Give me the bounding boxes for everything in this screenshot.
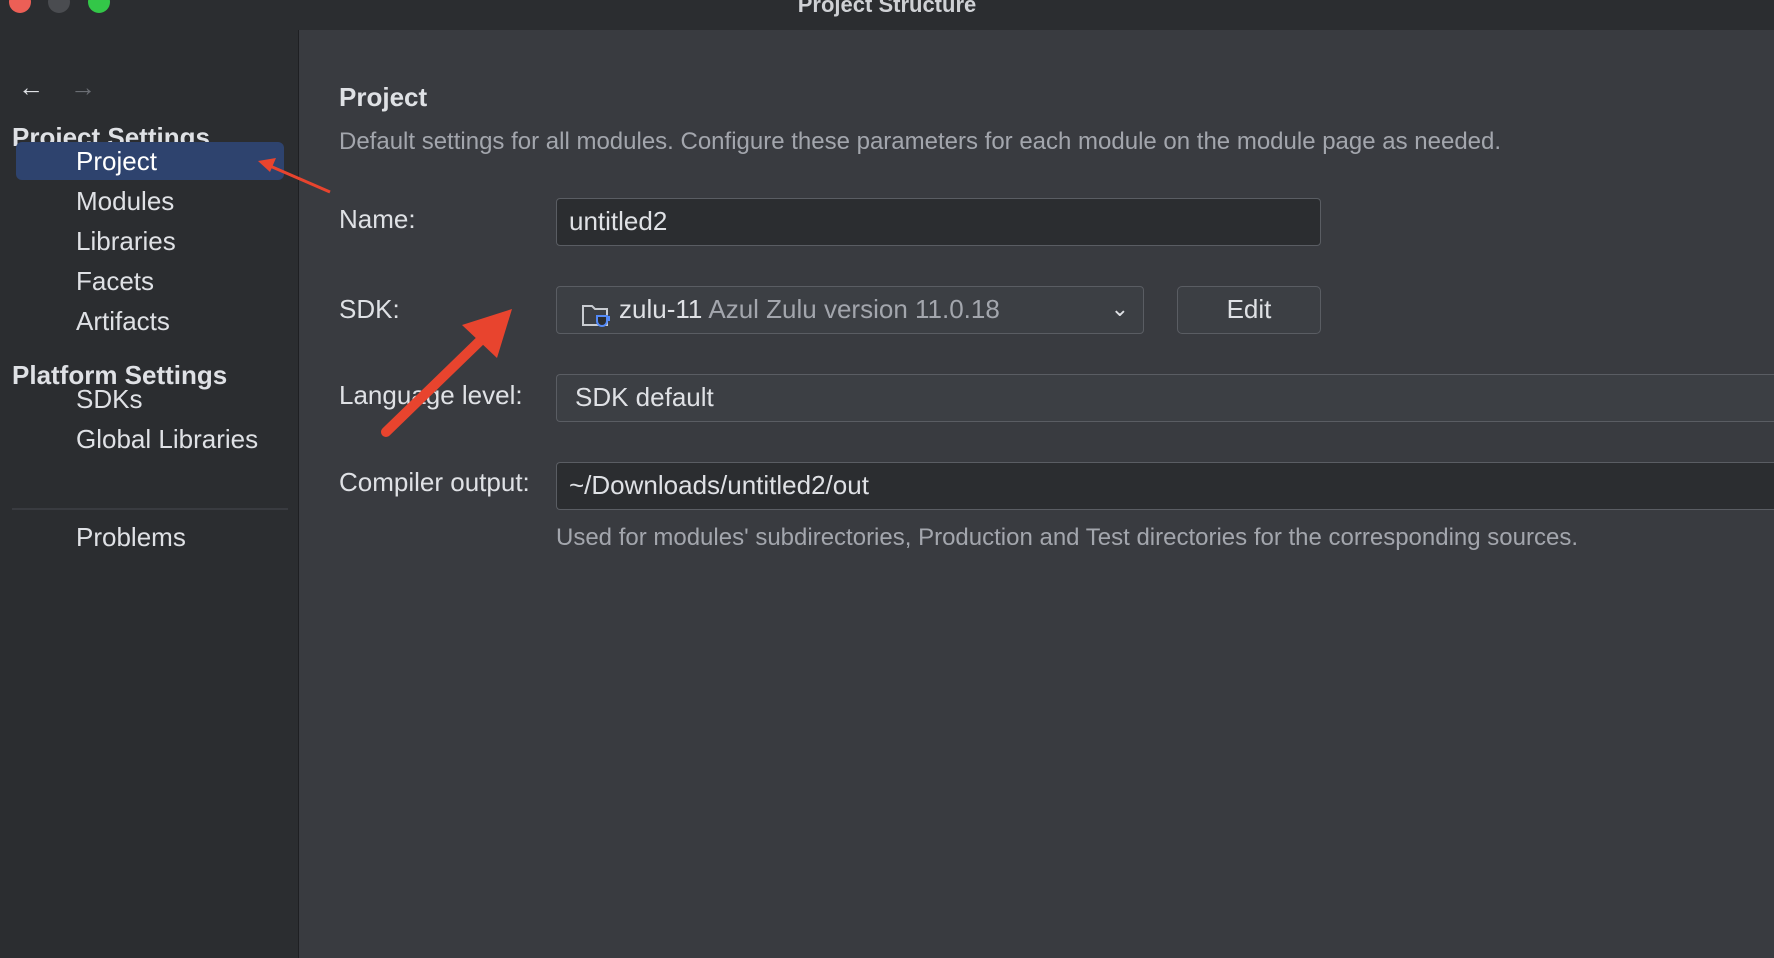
title-bar: Project Structure: [0, 0, 1774, 30]
sidebar-item-modules[interactable]: Modules: [16, 182, 284, 220]
jdk-folder-icon: [581, 298, 611, 327]
arrow-left-icon[interactable]: ←: [18, 74, 44, 100]
compiler-output-hint: Used for modules' subdirectories, Produc…: [556, 524, 1578, 551]
sidebar-item-facets[interactable]: Facets: [16, 262, 284, 300]
sdk-label: SDK:: [339, 294, 400, 324]
sidebar-divider: [12, 508, 288, 510]
language-level-dropdown[interactable]: SDK default: [556, 374, 1774, 422]
sidebar-item-global-libraries[interactable]: Global Libraries: [16, 420, 284, 458]
sidebar-item-artifacts[interactable]: Artifacts: [16, 302, 284, 340]
page-subtitle: Default settings for all modules. Config…: [339, 128, 1502, 155]
compiler-output-field[interactable]: ~/Downloads/untitled2/out: [556, 462, 1774, 510]
chevron-down-icon: ⌄: [1110, 296, 1129, 321]
sdk-dropdown[interactable]: zulu-11 Azul Zulu version 11.0.18 ⌄: [556, 286, 1144, 334]
sidebar: ← → Project Settings Project Modules Lib…: [0, 30, 299, 958]
window-title: Project Structure: [797, 0, 977, 17]
name-field[interactable]: untitled2: [556, 198, 1321, 246]
compiler-output-label: Compiler output:: [339, 467, 530, 497]
name-label: Name:: [339, 204, 416, 234]
sidebar-item-sdks[interactable]: SDKs: [16, 380, 284, 418]
sdk-name: zulu-11: [619, 294, 703, 324]
page-title: Project: [339, 82, 428, 112]
edit-sdk-button[interactable]: Edit: [1177, 286, 1321, 334]
arrow-right-icon[interactable]: →: [70, 74, 96, 100]
main-panel: Project Default settings for all modules…: [299, 30, 1774, 958]
language-level-label: Language level:: [339, 380, 523, 410]
sdk-description: Azul Zulu version 11.0.18: [708, 294, 1000, 324]
sidebar-item-problems[interactable]: Problems: [16, 518, 284, 556]
sidebar-item-project[interactable]: Project: [16, 142, 284, 180]
sidebar-item-libraries[interactable]: Libraries: [16, 222, 284, 260]
